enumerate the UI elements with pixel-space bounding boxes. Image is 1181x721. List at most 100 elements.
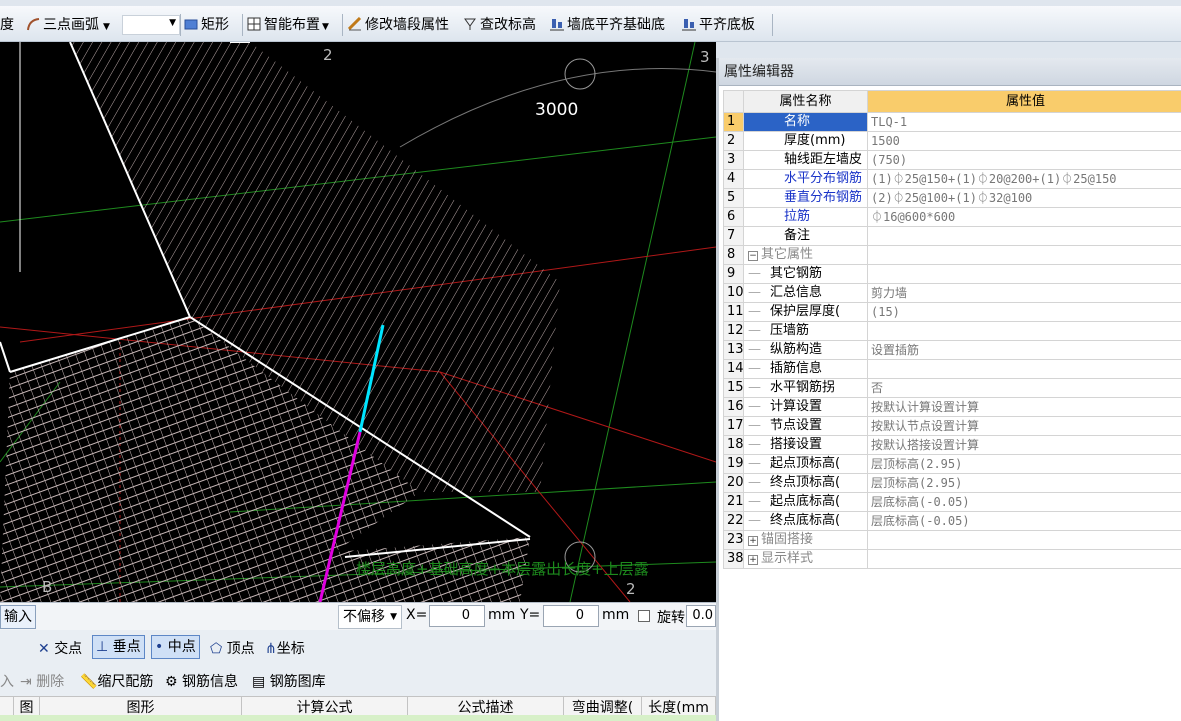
arc-mode-select[interactable]: ▼: [122, 15, 180, 35]
snap-perpendicular[interactable]: ⊥ 垂点: [92, 635, 145, 659]
property-value-cell[interactable]: 层底标高(-0.05): [867, 511, 1181, 531]
toolbar-item-degree[interactable]: 度: [0, 14, 14, 36]
property-row[interactable]: 13 — 纵筋构造 设置插筋: [723, 340, 1181, 360]
property-name-cell[interactable]: + 显示样式: [743, 549, 868, 569]
snap-intersection[interactable]: ✕ 交点: [38, 638, 82, 658]
property-value-cell[interactable]: [867, 321, 1181, 341]
property-value-cell[interactable]: [867, 359, 1181, 379]
toolbar-item-rectangle[interactable]: 矩形: [184, 14, 229, 36]
property-name-cell[interactable]: 轴线距左墙皮: [743, 150, 868, 170]
rebar-info-button[interactable]: ⚙ 钢筋信息: [165, 671, 238, 691]
property-name-cell[interactable]: — 起点底标高(: [743, 492, 868, 512]
property-name-cell[interactable]: — 插筋信息: [743, 359, 868, 379]
property-row[interactable]: 23 + 锚固搭接: [723, 530, 1181, 550]
property-name-cell[interactable]: — 其它钢筋: [743, 264, 868, 284]
property-row[interactable]: 14 — 插筋信息: [723, 359, 1181, 379]
property-value-cell[interactable]: [867, 549, 1181, 569]
property-row[interactable]: 10 — 汇总信息 剪力墙: [723, 283, 1181, 303]
property-row[interactable]: 17 — 节点设置 按默认节点设置计算: [723, 416, 1181, 436]
toolbar-item-edit-wall[interactable]: 修改墙段属性: [347, 14, 449, 36]
snap-vertex[interactable]: ⬠ 顶点: [210, 638, 255, 658]
property-value-cell[interactable]: [867, 245, 1181, 265]
scale-rebar-button[interactable]: 📏缩尺配筋: [80, 671, 153, 691]
toolbar-item-arc[interactable]: 三点画弧 ▼: [26, 14, 110, 36]
toolbar-item-align-bottom[interactable]: 墙底平齐基础底: [550, 14, 665, 36]
property-value-cell[interactable]: 按默认节点设置计算: [867, 416, 1181, 436]
delete-button[interactable]: ⇥ 删除: [20, 671, 64, 691]
property-name-cell[interactable]: 厚度(mm): [743, 131, 868, 151]
rotate-checkbox[interactable]: [638, 610, 650, 622]
snap-coordinate[interactable]: ⋔坐标: [265, 638, 305, 658]
property-name-cell[interactable]: — 终点底标高(: [743, 511, 868, 531]
offset-select[interactable]: 不偏移 ▼: [338, 605, 402, 629]
rebar-library-button[interactable]: ▤ 钢筋图库: [252, 671, 326, 691]
property-value-cell[interactable]: 层顶标高(2.95): [867, 473, 1181, 493]
property-row[interactable]: 6 拉筋 ⏀16@600*600: [723, 207, 1181, 227]
property-value-cell[interactable]: 剪力墙: [867, 283, 1181, 303]
property-value-cell[interactable]: [867, 530, 1181, 550]
table-row[interactable]: [0, 715, 716, 721]
property-value-cell[interactable]: 设置插筋: [867, 340, 1181, 360]
property-row[interactable]: 19 — 起点顶标高(层顶标高(2.95): [723, 454, 1181, 474]
property-value-cell[interactable]: (15): [867, 302, 1181, 322]
input-button[interactable]: 输入: [0, 605, 36, 629]
property-value-cell[interactable]: 1500: [867, 131, 1181, 151]
property-name-cell[interactable]: + 锚固搭接: [743, 530, 868, 550]
property-value-cell[interactable]: [867, 264, 1181, 284]
property-name-cell[interactable]: 拉筋: [743, 207, 868, 227]
property-name-cell[interactable]: — 压墙筋: [743, 321, 868, 341]
property-row[interactable]: 16 — 计算设置 按默认计算设置计算: [723, 397, 1181, 417]
property-value-cell[interactable]: 按默认计算设置计算: [867, 397, 1181, 417]
collapse-icon[interactable]: −: [748, 251, 758, 261]
property-row[interactable]: 11 — 保护层厚度((15): [723, 302, 1181, 322]
property-value-cell[interactable]: 层顶标高(2.95): [867, 454, 1181, 474]
toolbar-item-elevation[interactable]: 查改标高: [463, 14, 536, 36]
property-value-cell[interactable]: (2)⏀25@100+(1)⏀32@100: [867, 188, 1181, 208]
property-value-cell[interactable]: 否: [867, 378, 1181, 398]
property-row[interactable]: 15 — 水平钢筋拐 否: [723, 378, 1181, 398]
insert-button[interactable]: 入: [0, 671, 14, 691]
property-value-cell[interactable]: (1)⏀25@150+(1)⏀20@200+(1)⏀25@150: [867, 169, 1181, 189]
property-row[interactable]: 8− 其它属性: [723, 245, 1181, 265]
property-row[interactable]: 21 — 起点底标高(层底标高(-0.05): [723, 492, 1181, 512]
property-row[interactable]: 5 垂直分布钢筋 (2)⏀25@100+(1)⏀32@100: [723, 188, 1181, 208]
expand-icon[interactable]: +: [748, 536, 758, 546]
property-value-cell[interactable]: 层底标高(-0.05): [867, 492, 1181, 512]
property-name-cell[interactable]: 备注: [743, 226, 868, 246]
property-row[interactable]: 20 — 终点顶标高(层顶标高(2.95): [723, 473, 1181, 493]
property-row[interactable]: 9 — 其它钢筋: [723, 264, 1181, 284]
property-value-cell[interactable]: [867, 226, 1181, 246]
property-row[interactable]: 12 — 压墙筋: [723, 321, 1181, 341]
property-name-cell[interactable]: — 搭接设置: [743, 435, 868, 455]
expand-icon[interactable]: +: [748, 555, 758, 565]
property-value-cell[interactable]: 按默认搭接设置计算: [867, 435, 1181, 455]
property-name-cell[interactable]: — 节点设置: [743, 416, 868, 436]
property-value-cell[interactable]: ⏀16@600*600: [867, 207, 1181, 227]
property-name-cell[interactable]: — 计算设置: [743, 397, 868, 417]
property-name-cell[interactable]: — 汇总信息: [743, 283, 868, 303]
toolbar-item-smart-layout[interactable]: 智能布置 ▼: [247, 14, 329, 36]
property-name-cell[interactable]: 名称: [743, 112, 868, 132]
property-row[interactable]: 2 厚度(mm) 1500: [723, 131, 1181, 151]
property-name-cell[interactable]: 垂直分布钢筋: [743, 188, 868, 208]
property-name-cell[interactable]: — 纵筋构造: [743, 340, 868, 360]
property-row[interactable]: 4 水平分布钢筋 (1)⏀25@150+(1)⏀20@200+(1)⏀25@150: [723, 169, 1181, 189]
property-row[interactable]: 7 备注: [723, 226, 1181, 246]
drawing-viewport[interactable]: 3000 2 3 B 2 楼层高度+基础高度+本层露出长度+上层露: [0, 42, 716, 602]
property-name-cell[interactable]: — 水平钢筋拐: [743, 378, 868, 398]
property-row[interactable]: 1 名称 TLQ-1: [723, 112, 1181, 132]
property-row[interactable]: 18 — 搭接设置 按默认搭接设置计算: [723, 435, 1181, 455]
toolbar-item-align-slab[interactable]: 平齐底板: [682, 14, 755, 36]
y-coordinate-input[interactable]: 0: [543, 605, 599, 627]
rotate-input[interactable]: 0.0: [686, 605, 716, 627]
property-value-cell[interactable]: (750): [867, 150, 1181, 170]
property-name-cell[interactable]: 水平分布钢筋: [743, 169, 868, 189]
property-value-cell[interactable]: TLQ-1: [867, 112, 1181, 132]
property-name-cell[interactable]: — 起点顶标高(: [743, 454, 868, 474]
snap-midpoint[interactable]: • 中点: [151, 635, 200, 659]
property-name-cell[interactable]: − 其它属性: [743, 245, 868, 265]
property-row[interactable]: 38 + 显示样式: [723, 549, 1181, 569]
property-row[interactable]: 22 — 终点底标高(层底标高(-0.05): [723, 511, 1181, 531]
property-name-cell[interactable]: — 终点顶标高(: [743, 473, 868, 493]
property-name-cell[interactable]: — 保护层厚度(: [743, 302, 868, 322]
